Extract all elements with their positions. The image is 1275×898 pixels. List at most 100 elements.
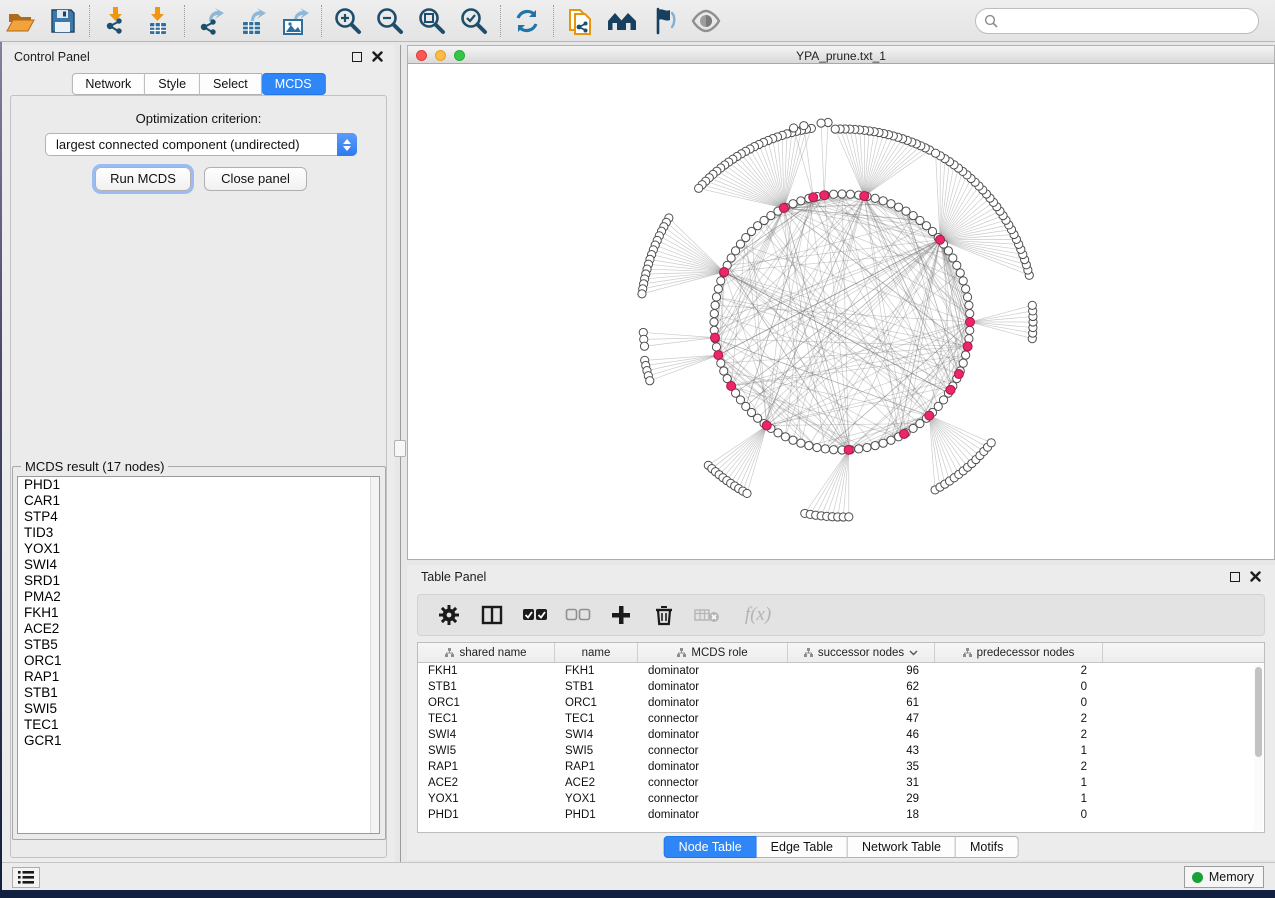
network-node[interactable] [871, 442, 879, 450]
network-node[interactable] [695, 184, 703, 192]
network-node[interactable] [855, 445, 863, 453]
network-node[interactable] [781, 433, 789, 441]
network-node[interactable] [963, 293, 971, 301]
tab-select[interactable]: Select [200, 73, 262, 95]
mcds-network-node[interactable] [900, 429, 909, 438]
export-image-button[interactable] [274, 2, 316, 40]
network-node[interactable] [710, 318, 718, 326]
mcds-network-node[interactable] [820, 191, 829, 200]
network-node[interactable] [965, 335, 973, 343]
network-node[interactable] [817, 119, 825, 127]
mcds-network-node[interactable] [714, 351, 723, 360]
network-node[interactable] [830, 190, 838, 198]
table-row[interactable]: FKH1FKH1dominator962 [418, 663, 1264, 679]
eye-button[interactable] [685, 2, 727, 40]
close-panel-button[interactable]: Close panel [204, 167, 307, 191]
network-node[interactable] [863, 443, 871, 451]
network-node[interactable] [845, 513, 853, 521]
network-node[interactable] [813, 443, 821, 451]
new-network-from-selection-button[interactable] [559, 2, 601, 40]
search-box[interactable] [975, 8, 1259, 34]
task-history-button[interactable] [12, 867, 40, 888]
table-row[interactable]: STB1STB1dominator620 [418, 679, 1264, 695]
function-builder-button[interactable]: f(x) [737, 602, 779, 628]
mcds-network-node[interactable] [809, 193, 818, 202]
export-network-button[interactable] [190, 2, 232, 40]
delete-entry-button[interactable] [651, 602, 677, 628]
mcds-result-item[interactable]: SWI5 [18, 701, 379, 717]
mcds-network-node[interactable] [966, 318, 975, 327]
network-node[interactable] [797, 197, 805, 205]
mcds-network-node[interactable] [762, 421, 771, 430]
mcds-network-node[interactable] [925, 411, 934, 420]
mcds-result-item[interactable]: SRD1 [18, 573, 379, 589]
network-node[interactable] [646, 377, 654, 385]
mcds-result-list[interactable]: PHD1CAR1STP4TID3YOX1SWI4SRD1PMA2FKH1ACE2… [17, 476, 380, 834]
float-table-panel-icon[interactable] [1230, 572, 1240, 582]
network-node[interactable] [717, 359, 725, 367]
network-node[interactable] [962, 351, 970, 359]
tab-network[interactable]: Network [71, 73, 145, 95]
network-node[interactable] [846, 190, 854, 198]
export-table-button[interactable] [232, 2, 274, 40]
network-node[interactable] [966, 310, 974, 318]
table-row[interactable]: SWI4SWI4dominator462 [418, 727, 1264, 743]
mcds-result-item[interactable]: CAR1 [18, 493, 379, 509]
network-node[interactable] [871, 194, 879, 202]
mcds-list-scrollbar[interactable] [370, 477, 379, 833]
mcds-network-node[interactable] [860, 191, 869, 200]
column-header-name[interactable]: name [555, 643, 638, 662]
close-panel-icon[interactable] [372, 51, 383, 62]
network-node[interactable] [962, 285, 970, 293]
mcds-result-item[interactable]: TEC1 [18, 717, 379, 733]
network-node[interactable] [879, 439, 887, 447]
network-node[interactable] [717, 277, 725, 285]
network-node[interactable] [987, 439, 995, 447]
network-node[interactable] [902, 207, 910, 215]
network-node[interactable] [800, 122, 808, 130]
network-node[interactable] [797, 439, 805, 447]
network-node[interactable] [743, 489, 751, 497]
toggle-columns-button[interactable] [479, 602, 505, 628]
mcds-result-item[interactable]: GCR1 [18, 733, 379, 749]
network-node[interactable] [931, 149, 939, 157]
column-header-predecessor-nodes[interactable]: predecessor nodes [935, 643, 1103, 662]
network-node[interactable] [774, 429, 782, 437]
memory-button[interactable]: Memory [1184, 866, 1264, 888]
network-node[interactable] [831, 125, 839, 133]
column-header-shared-name[interactable]: shared name [418, 643, 555, 662]
delete-table-button[interactable] [694, 602, 720, 628]
mcds-result-item[interactable]: PHD1 [18, 477, 379, 493]
network-node[interactable] [789, 200, 797, 208]
table-scrollbar-thumb[interactable] [1255, 667, 1262, 757]
network-node[interactable] [727, 254, 735, 262]
table-row[interactable]: RAP1RAP1dominator352 [418, 759, 1264, 775]
deselect-all-button[interactable] [565, 602, 591, 628]
table-row[interactable]: YOX1YOX1connector291 [418, 791, 1264, 807]
select-all-button[interactable] [522, 602, 548, 628]
table-scrollbar[interactable] [1254, 665, 1263, 831]
table-row[interactable]: PHD1PHD1dominator180 [418, 807, 1264, 823]
network-node[interactable] [711, 301, 719, 309]
network-node[interactable] [953, 261, 961, 269]
mcds-network-node[interactable] [946, 385, 955, 394]
first-neighbors-button[interactable] [601, 2, 643, 40]
network-node[interactable] [956, 269, 964, 277]
network-node[interactable] [959, 277, 967, 285]
mcds-result-item[interactable]: ORC1 [18, 653, 379, 669]
import-network-button[interactable] [95, 2, 137, 40]
mcds-result-item[interactable]: STP4 [18, 509, 379, 525]
network-node[interactable] [966, 326, 974, 334]
table-row[interactable]: SWI5SWI5connector431 [418, 743, 1264, 759]
mcds-result-item[interactable]: STB5 [18, 637, 379, 653]
zoom-fit-button[interactable] [411, 2, 453, 40]
mcds-result-item[interactable]: PMA2 [18, 589, 379, 605]
run-mcds-button[interactable]: Run MCDS [95, 167, 191, 191]
network-view[interactable] [407, 64, 1275, 560]
add-entry-button[interactable] [608, 602, 634, 628]
search-input[interactable] [1004, 14, 1258, 28]
mcds-result-item[interactable]: SWI4 [18, 557, 379, 573]
column-header-successor-nodes[interactable]: successor nodes [788, 643, 935, 662]
network-node[interactable] [790, 124, 798, 132]
mcds-network-node[interactable] [779, 203, 788, 212]
